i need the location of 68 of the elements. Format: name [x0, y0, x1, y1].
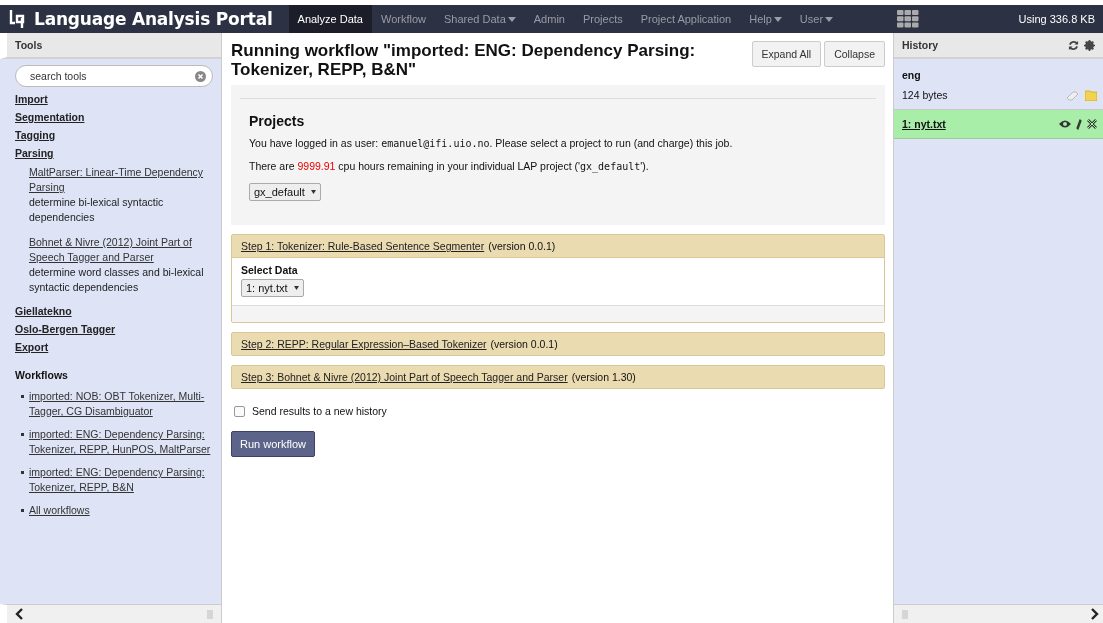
- nav-tab[interactable]: Help: [740, 5, 791, 33]
- tool-description: determine bi-lexical syntactic dependencies: [29, 195, 165, 225]
- tool-section-link[interactable]: Giellatekno: [15, 305, 213, 317]
- usage-text: Using 336.8 KB: [1018, 13, 1095, 25]
- caret-icon: [507, 16, 516, 22]
- step-link[interactable]: Step 2: REPP: Regular Expression–Based Tokenizer: [241, 338, 487, 350]
- tool-section-link[interactable]: Segmentation: [15, 111, 213, 123]
- nav-tab[interactable]: Project Application: [631, 5, 741, 33]
- apps-grid-icon[interactable]: [896, 10, 919, 28]
- settings-icon[interactable]: [1084, 39, 1095, 51]
- step-link[interactable]: Step 3: Bohnet & Nivre (2012) Joint Part of Speech Tagger and Parser: [241, 371, 568, 383]
- tool-section-link[interactable]: Import: [15, 93, 213, 105]
- workflow-link[interactable]: imported: ENG: Dependency Parsing: Tokenizer, REPP, B&N: [29, 465, 213, 495]
- info-text: There are 9999.91 cpu hours remaining in your individual LAP project ('gx_default').: [249, 160, 650, 172]
- nav-tab[interactable]: Analyze Data: [288, 5, 372, 33]
- history-name: eng: [902, 69, 922, 81]
- nav-tab[interactable]: Admin: [524, 5, 574, 33]
- checkbox-label: Send results to a new history: [252, 405, 387, 417]
- checkbox[interactable]: [234, 405, 245, 417]
- brand-title[interactable]: Language Analysis Portal: [34, 9, 273, 29]
- info-text: You have logged in as user: emanuel@ifi.uio.no. Please select a project to run (and charge) this job.: [249, 137, 734, 149]
- tool-section-link[interactable]: Oslo-Bergen Tagger: [15, 323, 213, 335]
- dataset-item[interactable]: 1: nyt.txt: [894, 110, 1103, 139]
- search-field[interactable]: search tools: [15, 65, 213, 87]
- version-text: (version 1.30): [571, 371, 636, 383]
- project-select[interactable]: gx_default: [249, 183, 321, 201]
- tool-link[interactable]: Bohnet & Nivre (2012) Joint Part of Speech Tagger and Parser: [29, 235, 205, 265]
- tool-description: determine word classes and bi-lexical syntactic dependencies: [29, 265, 205, 295]
- pencil-icon[interactable]: [1076, 118, 1082, 130]
- tool-section-link[interactable]: Export: [15, 341, 213, 353]
- tool-section-link[interactable]: Tagging: [15, 129, 213, 141]
- eye-icon[interactable]: [1059, 120, 1071, 128]
- workflow-link[interactable]: All workflows: [29, 503, 213, 518]
- nav-tab[interactable]: Workflow: [372, 5, 435, 33]
- version-text: (version 0.0.1): [490, 338, 558, 350]
- data-select[interactable]: 1: nyt.txt: [241, 279, 304, 297]
- dataset-link[interactable]: 1: nyt.txt: [902, 118, 946, 130]
- caret-icon: [293, 286, 299, 290]
- tool-section-link[interactable]: Parsing: [15, 147, 213, 159]
- workflow-link[interactable]: imported: ENG: Dependency Parsing: Tokenizer, REPP, HunPOS, MaltParser: [29, 427, 213, 457]
- scroll-right-icon[interactable]: [1091, 608, 1099, 620]
- section-heading: Projects: [249, 113, 306, 129]
- history-size: 124 bytes: [902, 89, 948, 101]
- nav-tab[interactable]: Shared Data: [435, 5, 525, 33]
- section-title: Workflows: [15, 369, 69, 381]
- toolbar-button[interactable]: Collapse: [824, 41, 885, 67]
- caret-icon: [825, 16, 834, 22]
- scroll-left-icon[interactable]: [15, 608, 23, 620]
- workflow-link[interactable]: imported: NOB: OBT Tokenizer, Multi-Tagger, CG Disambiguator: [29, 389, 213, 419]
- field-label: Select Data: [241, 264, 299, 276]
- delete-icon[interactable]: [1087, 119, 1097, 129]
- scroll-grip-icon: [207, 609, 213, 619]
- caret-icon: [310, 190, 316, 194]
- nav-tab[interactable]: User: [790, 5, 843, 33]
- run-workflow-button[interactable]: Run workflow: [231, 431, 316, 457]
- step-link[interactable]: Step 1: Tokenizer: Rule-Based Sentence Segmenter: [241, 240, 485, 252]
- nav-tab[interactable]: Projects: [573, 5, 632, 33]
- page-title: Running workflow "imported: ENG: Dependency Parsing: Tokenizer, REPP, B&N": [231, 41, 697, 79]
- tool-link[interactable]: MaltParser: Linear-Time Dependency Parsing: [29, 165, 205, 195]
- version-text: (version 0.0.1): [488, 240, 556, 252]
- panel-title: History: [902, 39, 939, 51]
- toolbar-button[interactable]: Expand All: [751, 41, 822, 67]
- refresh-icon[interactable]: [1068, 39, 1079, 51]
- panel-title: Tools: [15, 39, 43, 51]
- clear-icon[interactable]: [195, 70, 206, 82]
- horizontal-scrollbar[interactable]: [0, 604, 221, 623]
- scroll-grip-icon: [902, 609, 908, 619]
- caret-icon: [773, 16, 782, 22]
